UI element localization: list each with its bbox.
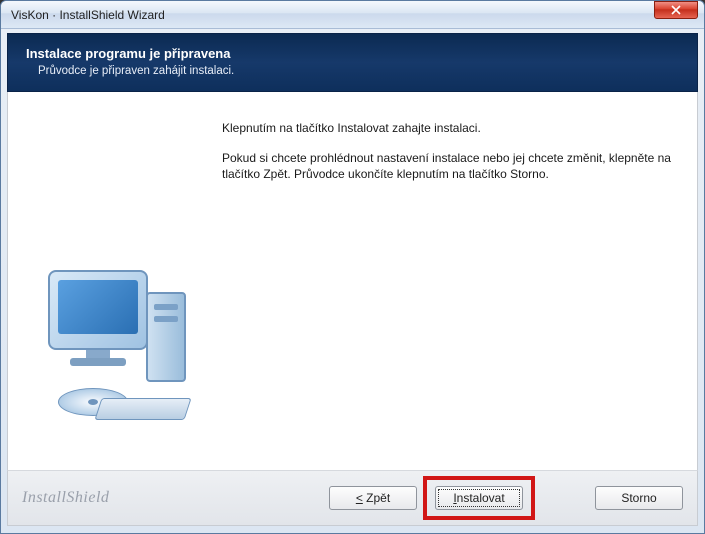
cancel-button[interactable]: Storno	[595, 486, 683, 510]
footer-bar: InstallShield Zpět Instalovat Storno	[7, 470, 698, 526]
header-subtitle: Průvodce je připraven zahájit instalaci.	[38, 65, 679, 77]
instruction-line-2: Pokud si chcete prohlédnout nastavení in…	[222, 150, 675, 182]
computer-icon	[28, 270, 198, 440]
instruction-line-1: Klepnutím na tlačítko Instalovat zahajte…	[222, 120, 675, 136]
install-button[interactable]: Instalovat	[435, 486, 523, 510]
window-title: VisKon · InstallShield Wizard	[11, 8, 654, 22]
close-icon	[671, 5, 681, 15]
header-title: Instalace programu je připravena	[26, 46, 679, 61]
brand-label: InstallShield	[22, 489, 109, 507]
content-area: Klepnutím na tlačítko Instalovat zahajte…	[7, 92, 698, 470]
close-button[interactable]	[654, 1, 698, 19]
titlebar: VisKon · InstallShield Wizard	[1, 1, 704, 29]
main-text: Klepnutím na tlačítko Instalovat zahajte…	[218, 92, 697, 470]
back-button-label: Zpět	[356, 491, 390, 505]
install-highlight: Instalovat	[423, 476, 535, 520]
back-button[interactable]: Zpět	[329, 486, 417, 510]
side-illustration	[8, 92, 218, 470]
installer-window: VisKon · InstallShield Wizard Instalace …	[0, 0, 705, 534]
header-panel: Instalace programu je připravena Průvodc…	[7, 33, 698, 92]
